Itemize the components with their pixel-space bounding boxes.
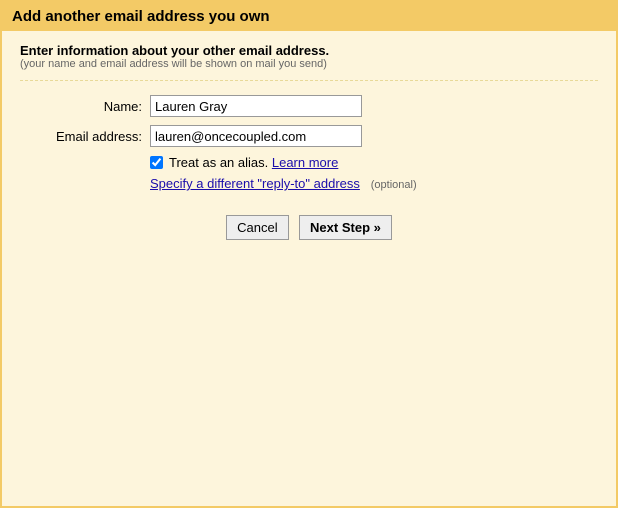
name-input[interactable]: [150, 95, 362, 117]
alias-checkbox[interactable]: [150, 156, 163, 169]
cancel-button[interactable]: Cancel: [226, 215, 288, 240]
alias-label: Treat as an alias.: [169, 155, 268, 170]
divider: [20, 80, 598, 81]
dialog-content: Enter information about your other email…: [2, 31, 616, 252]
button-row: Cancel Next Step »: [20, 215, 598, 240]
reply-to-link[interactable]: Specify a different "reply-to" address: [150, 176, 360, 191]
dialog-title: Add another email address you own: [12, 8, 606, 25]
email-input[interactable]: [150, 125, 362, 147]
next-step-button[interactable]: Next Step »: [299, 215, 392, 240]
learn-more-link[interactable]: Learn more: [272, 155, 338, 170]
subtitle: Enter information about your other email…: [20, 43, 598, 58]
alias-row: Treat as an alias. Learn more: [150, 155, 598, 170]
optional-text: (optional): [371, 179, 417, 191]
subtitle-note: (your name and email address will be sho…: [20, 58, 598, 70]
name-row: Name:: [20, 95, 598, 117]
dialog-header: Add another email address you own: [2, 2, 616, 31]
name-label: Name:: [20, 99, 150, 114]
email-row: Email address:: [20, 125, 598, 147]
email-label: Email address:: [20, 129, 150, 144]
reply-to-row: Specify a different "reply-to" address (…: [150, 176, 598, 191]
